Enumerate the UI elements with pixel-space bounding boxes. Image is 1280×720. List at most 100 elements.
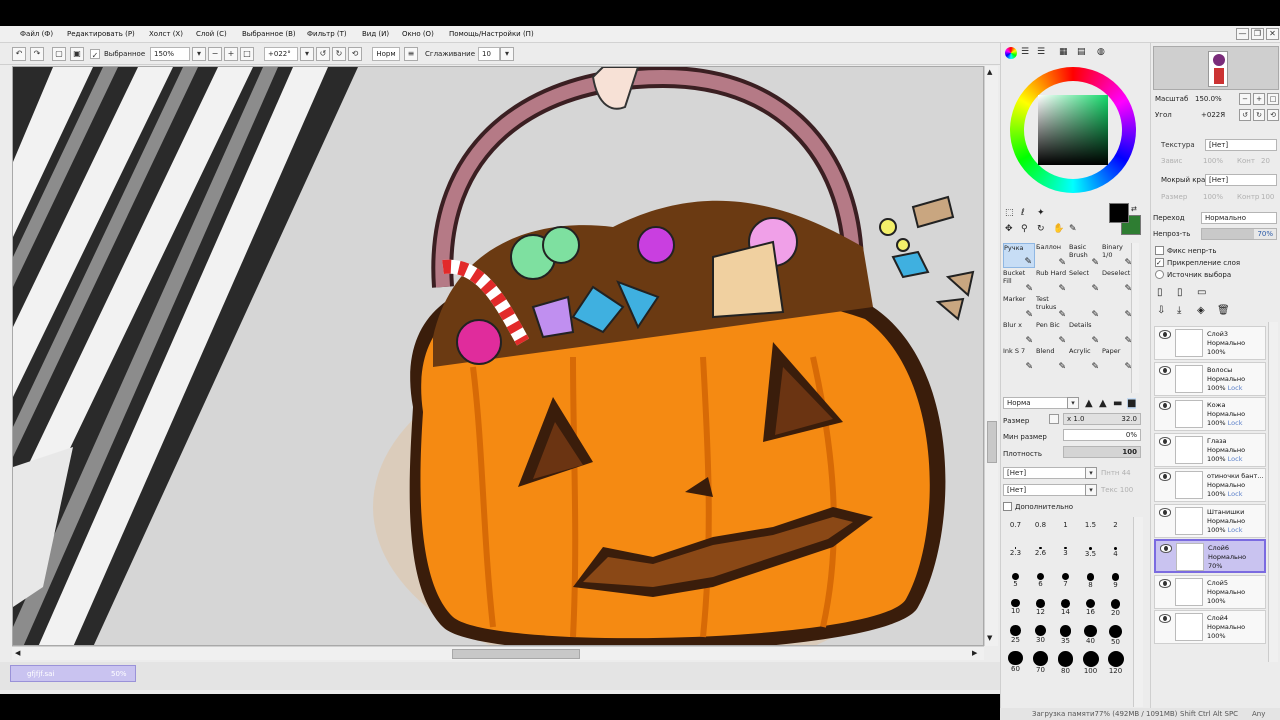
rgb-sliders-icon[interactable]: ☰ (1021, 47, 1029, 57)
scratchpad-icon[interactable]: ▤ (1077, 47, 1086, 57)
wet-edge-select[interactable]: [Нет] (1205, 174, 1277, 186)
tool-slot[interactable]: ✎ (1102, 295, 1134, 320)
brush-size-preset[interactable]: 5 (1003, 573, 1028, 588)
tool-slot[interactable]: Binary 1/0 ✎ (1102, 243, 1134, 268)
brush-size-preset[interactable]: 7 (1053, 573, 1078, 588)
tool-slot[interactable]: Acrylic ✎ (1069, 347, 1101, 372)
mode-button[interactable]: Норм (372, 47, 400, 61)
brush-size-preset[interactable]: 14 (1053, 599, 1078, 616)
brush-size-preset[interactable]: 25 (1003, 625, 1028, 644)
color-wheel[interactable] (1010, 67, 1136, 193)
merge-down-icon[interactable]: ⤓ (1177, 305, 1181, 316)
navigator-zoom-in-icon[interactable]: + (1253, 93, 1265, 105)
tool-slot[interactable]: Test trukus ✎ (1036, 295, 1068, 320)
smoothing-dropdown-icon[interactable]: ▾ (500, 47, 514, 61)
hand-icon[interactable]: ✋ (1053, 221, 1064, 237)
brush-size-preset[interactable]: 20 (1103, 599, 1128, 617)
brush-size-preset[interactable]: 2.3 (1003, 547, 1028, 557)
rotate-tool-icon[interactable]: ↻ (1037, 221, 1045, 237)
texture-select[interactable]: [Нет] (1205, 139, 1277, 151)
brush-size-preset[interactable]: 60 (1003, 651, 1028, 673)
zoom-reset-icon[interactable]: □ (240, 47, 254, 61)
vertical-scroll-thumb[interactable] (987, 421, 997, 463)
brush-size-preset[interactable]: 2 (1103, 521, 1128, 529)
brush-size-preset[interactable]: 30 (1028, 625, 1053, 644)
navigator-zoom-reset-icon[interactable]: □ (1267, 93, 1279, 105)
brush-size-preset[interactable]: 40 (1078, 625, 1103, 645)
hsv-sliders-icon[interactable]: ☰ (1037, 47, 1045, 57)
tool-slot[interactable]: Paper ✎ (1102, 347, 1134, 372)
brush-size-preset[interactable]: 50 (1103, 625, 1128, 646)
deselect-icon[interactable]: ▢ (52, 47, 66, 61)
brush-shape2-select[interactable]: [Нет] (1003, 484, 1095, 496)
brush-size-lock-icon[interactable] (1049, 414, 1059, 424)
invert-selection-icon[interactable]: ▣ (70, 47, 84, 61)
rotate-left-icon[interactable]: ↺ (316, 47, 330, 61)
horizontal-scroll-thumb[interactable] (452, 649, 580, 659)
menu-selection[interactable]: Выбранное (В) (242, 30, 296, 38)
brush-shape-soft-icon[interactable]: ▲ (1099, 398, 1107, 409)
min-size-slider[interactable]: 0% (1063, 429, 1141, 441)
brush-size-preset[interactable]: 3 (1053, 547, 1078, 557)
menu-file[interactable]: Файл (Ф) (20, 30, 53, 38)
blend-mode-select[interactable]: Нормально (1201, 212, 1277, 224)
brush-size-preset[interactable]: 12 (1028, 599, 1053, 616)
brush-size-preset[interactable]: 35 (1053, 625, 1078, 645)
zoom-out-icon[interactable]: − (208, 47, 222, 61)
tool-slot[interactable]: ✎ (1069, 295, 1101, 320)
tool-slot[interactable]: Rub Hard ✎ (1036, 269, 1068, 294)
delete-layer-icon[interactable]: 🗑 (1217, 305, 1230, 316)
menu-window[interactable]: Окно (О) (402, 30, 434, 38)
zoom-in-icon[interactable]: + (224, 47, 238, 61)
transfer-down-icon[interactable]: ⇩ (1157, 305, 1165, 316)
navigator-preview[interactable] (1153, 46, 1279, 90)
layer-row[interactable]: Слой3 Нормально 100% (1154, 326, 1266, 360)
visibility-eye-icon[interactable] (1159, 614, 1171, 623)
menu-help[interactable]: Помощь/Настройки (П) (449, 30, 534, 38)
new-vector-layer-icon[interactable]: ▯ (1177, 287, 1183, 298)
swatches-icon[interactable]: ▦ (1059, 47, 1068, 57)
brush-size-preset[interactable]: 80 (1053, 651, 1078, 675)
tool-slot[interactable]: ✎ (1102, 321, 1134, 346)
brush-size-preset[interactable]: 1.5 (1078, 521, 1103, 529)
brush-size-preset[interactable]: 1 (1053, 521, 1078, 529)
navigator-rotate-reset-icon[interactable]: ⟲ (1267, 109, 1279, 121)
brush-size-preset[interactable]: 4 (1103, 547, 1128, 558)
minimize-button[interactable]: — (1236, 28, 1249, 40)
canvas[interactable] (12, 66, 984, 646)
menu-filter[interactable]: Фильтр (Т) (307, 30, 347, 38)
visibility-eye-icon[interactable] (1159, 401, 1171, 410)
layer-row[interactable]: Волосы Нормально 100% Lock (1154, 361, 1266, 396)
document-tab[interactable]: gfjfjf.sai 50% (10, 665, 136, 682)
rotation-reset-icon[interactable]: ⟲ (348, 47, 362, 61)
visibility-eye-icon[interactable] (1159, 472, 1171, 481)
stabilizer-icon[interactable]: ≡ (404, 47, 418, 61)
scroll-down-icon[interactable]: ▼ (987, 634, 992, 642)
restore-button[interactable]: ❐ (1251, 28, 1264, 40)
tool-slot[interactable]: Deselect ✎ (1102, 269, 1134, 294)
navigator-zoom-out-icon[interactable]: − (1239, 93, 1251, 105)
tool-slot[interactable]: Select ✎ (1069, 269, 1101, 294)
tool-slot[interactable]: Blur x ✎ (1003, 321, 1035, 346)
eyedropper-icon[interactable]: ✎ (1069, 221, 1077, 237)
rotation-field[interactable]: +022° (264, 47, 298, 61)
brush-size-preset[interactable]: 0.7 (1003, 521, 1028, 529)
layer-row[interactable]: отиночки бант… Нормально 100% Lock (1154, 468, 1266, 502)
brush-size-preset[interactable]: 100 (1078, 651, 1103, 675)
undo-icon[interactable]: ↶ (12, 47, 26, 61)
advanced-checkbox[interactable] (1003, 502, 1012, 511)
brush-shape-flat-icon[interactable]: ▬ (1113, 398, 1122, 409)
selection-source-radio[interactable] (1155, 270, 1164, 279)
brush-size-slider[interactable]: x 1.0 32.0 (1063, 413, 1141, 425)
tool-slot[interactable]: Ink S 7 ✎ (1003, 347, 1035, 372)
move-icon[interactable]: ✥ (1005, 221, 1013, 237)
tool-slot[interactable]: Blend ✎ (1036, 347, 1068, 372)
visibility-eye-icon[interactable] (1159, 436, 1171, 446)
navigator-rotate-right-icon[interactable]: ↻ (1253, 109, 1265, 121)
smoothing-field[interactable]: 10 (478, 47, 500, 61)
clip-layer-checkbox[interactable]: ✓ (1155, 258, 1164, 267)
brush-size-preset[interactable]: 0.8 (1028, 521, 1053, 529)
visibility-eye-icon[interactable] (1159, 365, 1171, 375)
brush-size-scrollbar[interactable] (1133, 517, 1143, 707)
new-layer-icon[interactable]: ▯ (1157, 287, 1163, 298)
